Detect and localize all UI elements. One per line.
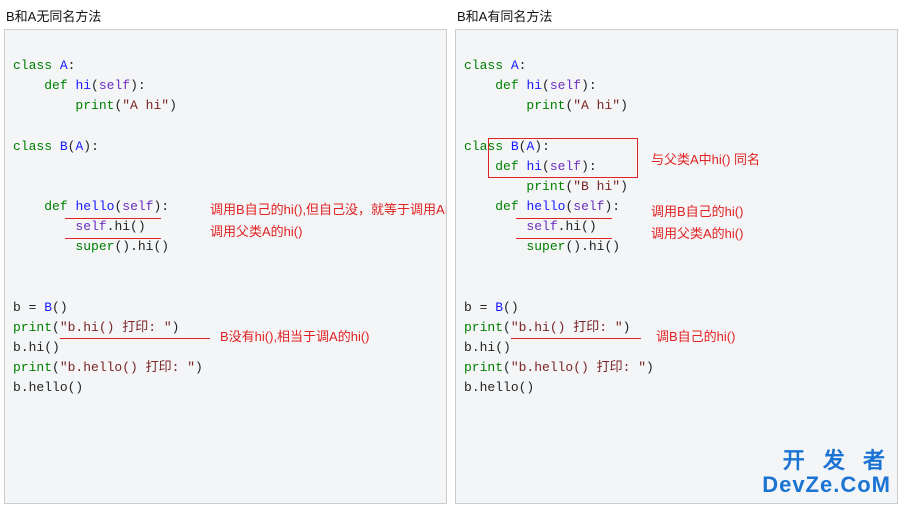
right-column: B和A有同名方法 class A: def hi(self): print("A… xyxy=(455,4,898,504)
underline-self-hi-right xyxy=(516,218,612,219)
note-super-hi-left: 调用父类A的hi() xyxy=(210,222,302,242)
note-super-hi-right: 调用父类A的hi() xyxy=(651,224,743,244)
note-bhi-left: B没有hi(),相当于调A的hi() xyxy=(220,327,370,347)
note-def-hi-B: 与父类A中hi() 同名 xyxy=(651,150,760,170)
underline-bhi-left xyxy=(60,338,210,339)
left-code-block: class A: def hi(self): print("A hi") cla… xyxy=(5,30,446,504)
note-self-hi-left: 调用B自己的hi(),但自己没，就等于调用A的hi() xyxy=(210,200,447,220)
left-column: B和A无同名方法 class A: def hi(self): print("A… xyxy=(4,4,447,504)
right-panel: class A: def hi(self): print("A hi") cla… xyxy=(455,29,898,504)
note-self-hi-right: 调用B自己的hi() xyxy=(651,202,743,222)
note-bhi-right: 调B自己的hi() xyxy=(656,327,735,347)
right-heading: B和A有同名方法 xyxy=(455,4,898,29)
left-heading: B和A无同名方法 xyxy=(4,4,447,29)
underline-super-hi-left xyxy=(65,238,161,239)
right-code-block: class A: def hi(self): print("A hi") cla… xyxy=(456,30,897,504)
underline-bhi-right xyxy=(511,338,641,339)
two-column-wrap: B和A无同名方法 class A: def hi(self): print("A… xyxy=(0,0,902,508)
left-panel: class A: def hi(self): print("A hi") cla… xyxy=(4,29,447,504)
underline-super-hi-right xyxy=(516,238,612,239)
underline-self-hi-left xyxy=(65,218,161,219)
